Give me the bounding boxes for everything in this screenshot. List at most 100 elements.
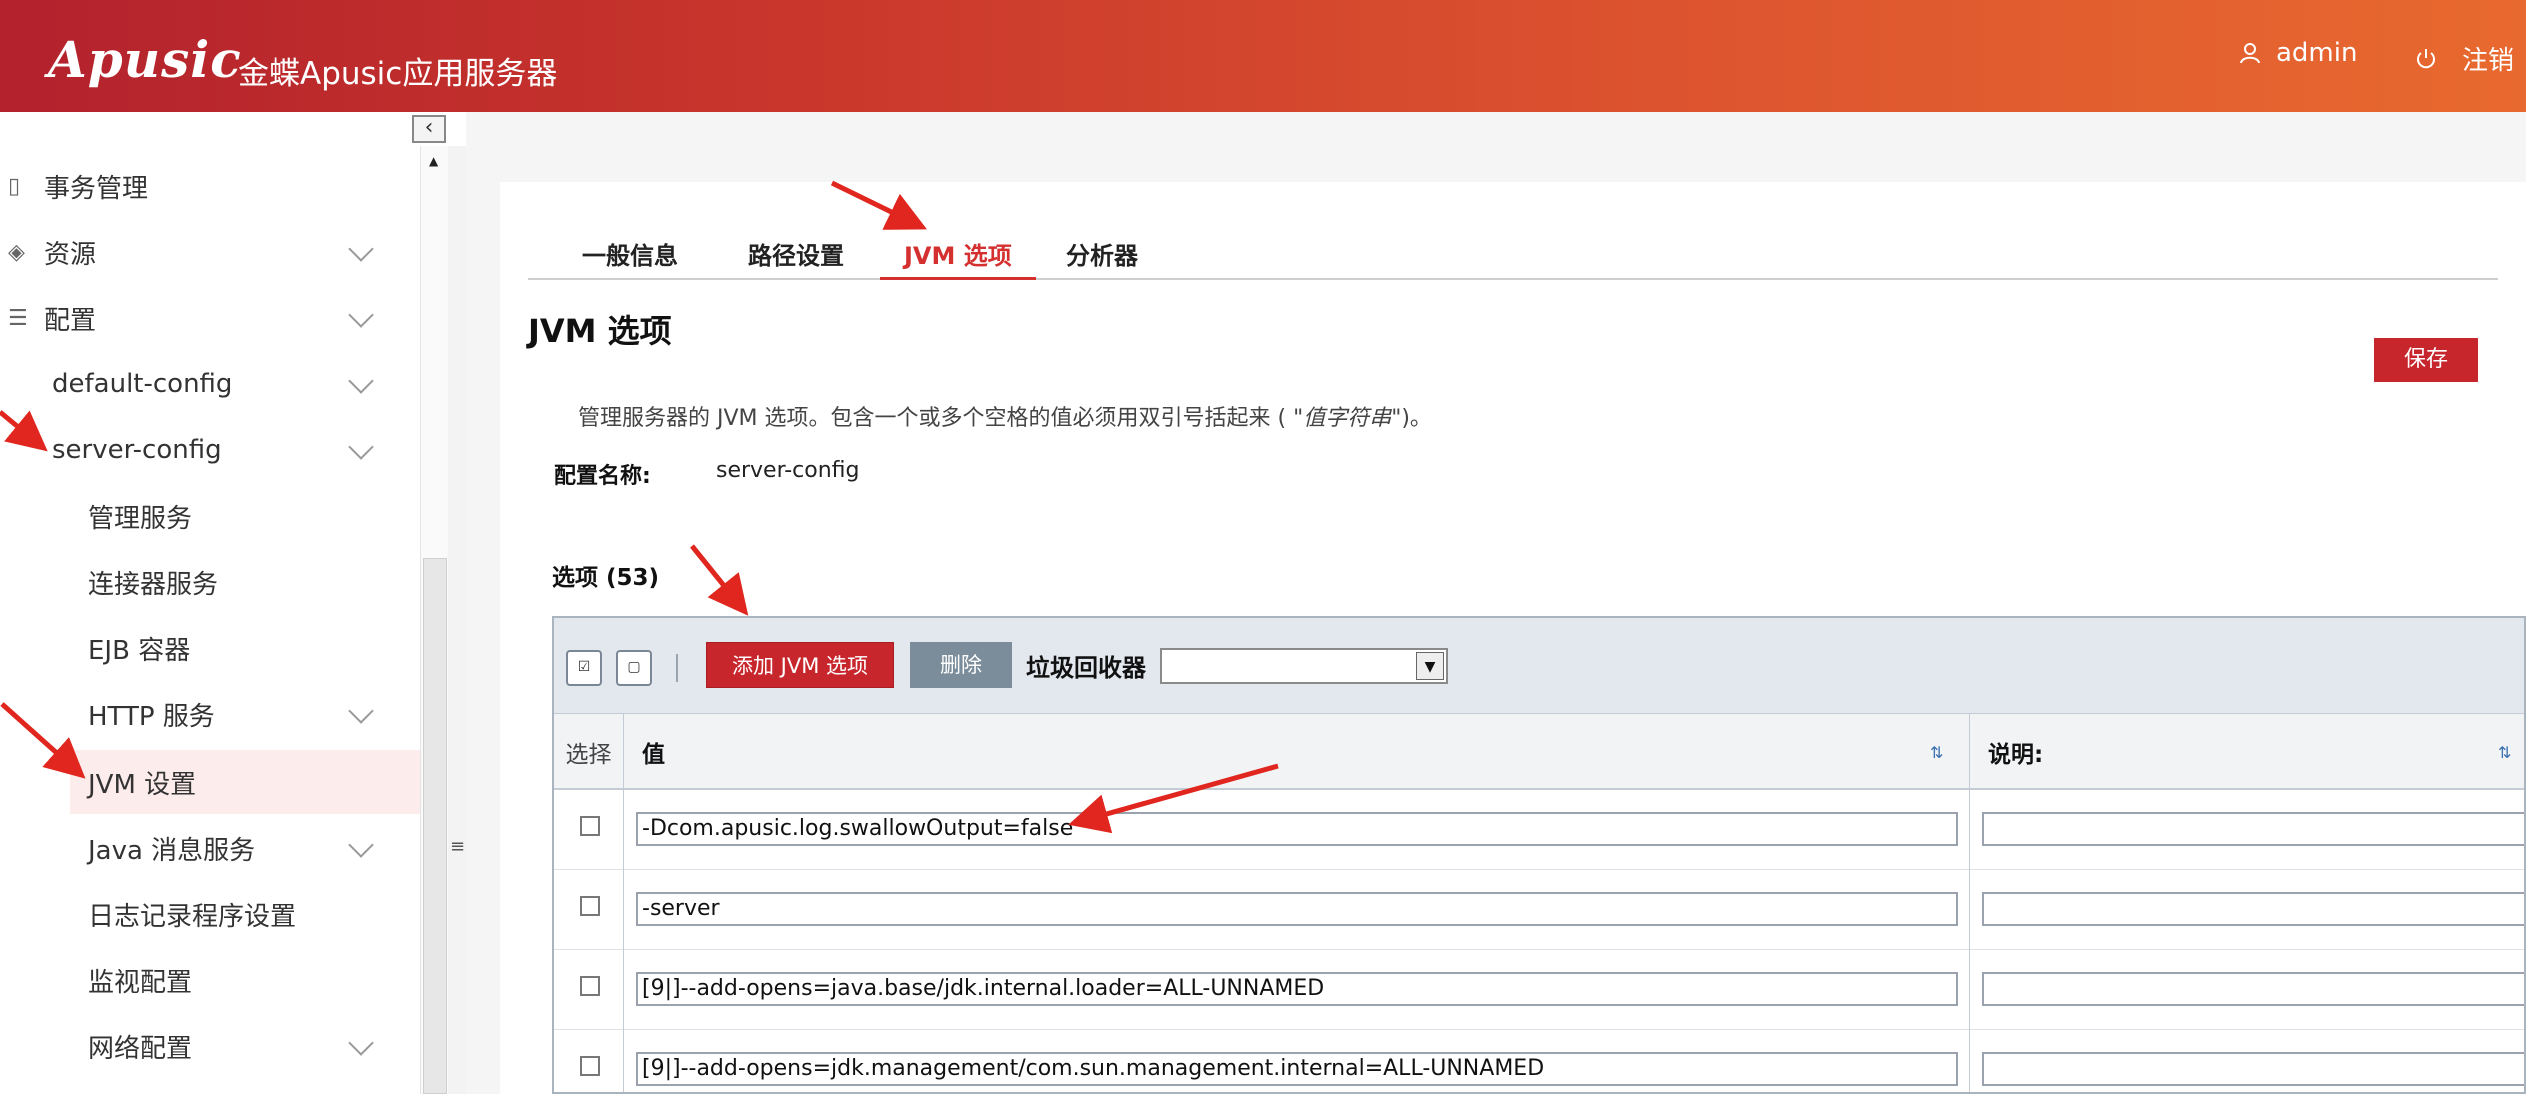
sidebar-item-admin-service[interactable]: 管理服务 (0, 484, 420, 548)
description-emphasis: 值字符串 (1303, 406, 1392, 431)
tab-jvm-options[interactable]: JVM 选项 (880, 236, 1036, 280)
sidebar-item-default-config[interactable]: default-config (0, 352, 420, 416)
sidebar-item-monitoring[interactable]: 监视配置 (0, 948, 420, 1012)
table-row: -Dcom.apusic.log.swallowOutput=false (554, 790, 2524, 870)
table-row: [9|]--add-opens=jdk.management/com.sun.m… (554, 1030, 2524, 1092)
sort-icon[interactable]: ⇅ (2498, 743, 2511, 762)
tab-profiler[interactable]: 分析器 (1066, 236, 1138, 280)
config-name-label: 配置名称: (554, 464, 651, 489)
user-menu[interactable]: admin (2238, 38, 2357, 68)
panel-splitter[interactable]: ≡ (448, 146, 466, 1094)
column-header-description[interactable]: 说明: ⇅ (1970, 714, 2524, 790)
sidebar-item-label: JVM 设置 (88, 769, 197, 800)
sidebar-item-network[interactable]: 网络配置 (0, 1014, 420, 1078)
gc-label: 垃圾回收器 (1026, 654, 1146, 682)
logout-label: 注销 (2462, 46, 2515, 76)
toolbar-separator (676, 654, 678, 682)
tab-general[interactable]: 一般信息 (582, 236, 678, 280)
sidebar-item-label: 配置 (44, 305, 97, 336)
sidebar-item-resources[interactable]: ◈ 资源 (0, 220, 420, 284)
option-description-input[interactable] (1982, 812, 2524, 846)
sidebar-item-label: server-config (52, 435, 222, 465)
option-value-input[interactable]: [9|]--add-opens=jdk.management/com.sun.m… (636, 1052, 1958, 1086)
sidebar-item-label: default-config (52, 369, 233, 399)
collapse-sidebar-button[interactable]: ‹ (412, 115, 446, 143)
delete-button[interactable]: 删除 (910, 642, 1012, 688)
table-row: [9|]--add-opens=java.base/jdk.internal.l… (554, 950, 2524, 1030)
select-cell (554, 950, 624, 1030)
splitter-grip-icon: ≡ (450, 836, 466, 857)
option-value-input[interactable]: -Dcom.apusic.log.swallowOutput=false (636, 812, 1958, 846)
sidebar-item-label: 资源 (44, 239, 97, 270)
sort-icon[interactable]: ⇅ (1930, 743, 1943, 762)
add-jvm-option-button[interactable]: 添加 JVM 选项 (706, 642, 894, 688)
chevron-down-icon (348, 236, 374, 262)
column-header-description-label: 说明: (1988, 742, 2044, 768)
sidebar-item-label: 事务管理 (44, 173, 149, 204)
sidebar-item-label: HTTP 服务 (88, 701, 215, 732)
scrollbar-thumb[interactable] (423, 558, 447, 1094)
select-all-icon[interactable]: ☑ (566, 650, 602, 686)
select-cell (554, 1030, 624, 1092)
config-name-value: server-config (716, 458, 860, 483)
description-text: 管理服务器的 JVM 选项。包含一个或多个空格的值必须用双引号括起来 ( " (578, 406, 1304, 431)
chevron-down-icon (348, 698, 374, 724)
app-title: 金蝶Apusic应用服务器 (238, 56, 558, 92)
sidebar-item-label: 管理服务 (88, 503, 193, 534)
chevron-down-icon (348, 832, 374, 858)
jvm-options-table: ☑ ▢ 添加 JVM 选项 删除 垃圾回收器 ▼ 选择 值 ⇅ 说明: ⇅ -D… (552, 616, 2526, 1094)
gc-select[interactable]: ▼ (1160, 648, 1448, 684)
layers-icon: ◈ (8, 239, 25, 265)
sidebar-item-logger-settings[interactable]: 日志记录程序设置 (0, 882, 420, 946)
sidebar-item-label: 连接器服务 (88, 569, 219, 600)
user-icon (2240, 43, 2260, 64)
chevron-down-icon (348, 434, 374, 460)
username: admin (2276, 38, 2358, 68)
sidebar-item-label: EJB 容器 (88, 635, 191, 666)
sidebar-item-jms[interactable]: Java 消息服务 (0, 816, 420, 880)
select-cell (554, 790, 624, 870)
sidebar-item-jvm-settings[interactable]: JVM 设置 (70, 750, 420, 814)
option-description-input[interactable] (1982, 1052, 2524, 1086)
column-header-select: 选择 (554, 714, 624, 790)
sidebar-item-configuration[interactable]: ☰ 配置 (0, 286, 420, 350)
sidebar-item-label: Java 消息服务 (88, 835, 256, 866)
row-checkbox[interactable] (580, 896, 600, 916)
app-header: Apusic 金蝶Apusic应用服务器 admin 注销 (0, 0, 2526, 112)
row-checkbox[interactable] (580, 1056, 600, 1076)
sidebar-item-label: 日志记录程序设置 (88, 901, 297, 932)
sidebar-item-server-config[interactable]: server-config (0, 418, 420, 482)
sidebar-item-label: 监视配置 (88, 967, 193, 998)
chevron-down-icon (348, 302, 374, 328)
row-checkbox[interactable] (580, 816, 600, 836)
tab-bar: 一般信息 路径设置 JVM 选项 分析器 (528, 228, 2498, 280)
option-value-input[interactable]: -server (636, 892, 1958, 926)
sidebar-scrollbar[interactable]: ▲ (420, 146, 448, 1094)
deselect-all-icon[interactable]: ▢ (616, 650, 652, 686)
select-cell (554, 870, 624, 950)
column-header-value[interactable]: 值 ⇅ (624, 714, 1970, 790)
power-icon (2417, 48, 2435, 68)
sliders-icon: ☰ (8, 305, 28, 331)
row-checkbox[interactable] (580, 976, 600, 996)
table-toolbar: ☑ ▢ 添加 JVM 选项 删除 垃圾回收器 ▼ (554, 618, 2524, 714)
options-table-title: 选项 (53) (552, 565, 660, 591)
sidebar-item-http-service[interactable]: HTTP 服务 (0, 682, 420, 746)
scroll-up-arrow-icon[interactable]: ▲ (429, 154, 438, 168)
apusic-logo: Apusic (48, 30, 242, 89)
tab-paths[interactable]: 路径设置 (748, 236, 844, 280)
sidebar-item-connector-service[interactable]: 连接器服务 (0, 550, 420, 614)
option-description-input[interactable] (1982, 892, 2524, 926)
column-header-value-label: 值 (642, 742, 665, 768)
sidebar-item-transactions[interactable]: ▯ 事务管理 (0, 154, 420, 218)
table-header: 选择 值 ⇅ 说明: ⇅ (554, 714, 2524, 790)
option-value-input[interactable]: [9|]--add-opens=java.base/jdk.internal.l… (636, 972, 1958, 1006)
table-row: -server (554, 870, 2524, 950)
logout-button[interactable]: 注销 (2414, 40, 2514, 77)
chevron-down-icon (348, 368, 374, 394)
save-button[interactable]: 保存 (2374, 338, 2478, 382)
description-suffix: ")。 (1391, 406, 1432, 431)
sidebar-item-ejb-container[interactable]: EJB 容器 (0, 616, 420, 680)
option-description-input[interactable] (1982, 972, 2524, 1006)
dropdown-arrow-icon[interactable]: ▼ (1416, 652, 1444, 680)
